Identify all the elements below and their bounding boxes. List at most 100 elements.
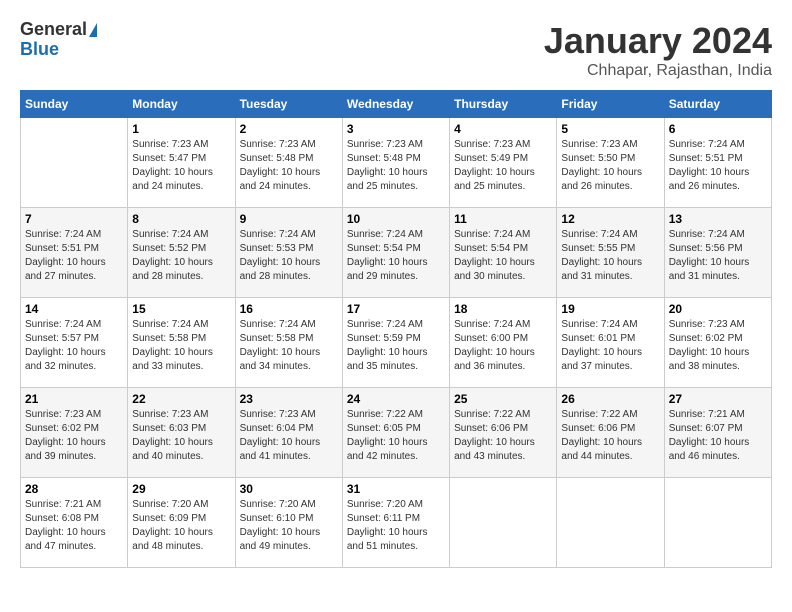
day-info: Sunrise: 7:23 AM Sunset: 5:47 PM Dayligh…	[132, 138, 230, 194]
logo: General Blue	[20, 20, 97, 60]
day-info: Sunrise: 7:24 AM Sunset: 6:00 PM Dayligh…	[454, 318, 552, 374]
calendar-cell: 6 Sunrise: 7:24 AM Sunset: 5:51 PM Daylig…	[664, 118, 771, 208]
calendar-cell: 11 Sunrise: 7:24 AM Sunset: 5:54 PM Dayli…	[450, 208, 557, 298]
calendar-cell: 30Sunrise: 7:20 AM Sunset: 6:10 PM Dayli…	[235, 478, 342, 568]
col-header-wednesday: Wednesday	[342, 91, 449, 118]
calendar-cell: 24 Sunrise: 7:22 AM Sunset: 6:05 PM Dayli…	[342, 388, 449, 478]
col-header-friday: Friday	[557, 91, 664, 118]
day-number: 13	[669, 212, 767, 226]
calendar-cell: 2Sunrise: 7:23 AM Sunset: 5:48 PM Daylig…	[235, 118, 342, 208]
day-info: Sunrise: 7:20 AM Sunset: 6:11 PM Dayligh…	[347, 498, 445, 554]
calendar-cell	[21, 118, 128, 208]
day-number: 6	[669, 122, 767, 136]
day-number: 3	[347, 122, 445, 136]
col-header-monday: Monday	[128, 91, 235, 118]
calendar-cell: 29 Sunrise: 7:20 AM Sunset: 6:09 PM Dayli…	[128, 478, 235, 568]
col-header-sunday: Sunday	[21, 91, 128, 118]
calendar-cell: 7 Sunrise: 7:24 AM Sunset: 5:51 PM Daylig…	[21, 208, 128, 298]
col-header-saturday: Saturday	[664, 91, 771, 118]
day-info: Sunrise: 7:23 AM Sunset: 6:02 PM Dayligh…	[669, 318, 767, 374]
day-number: 22	[132, 392, 230, 406]
day-info: Sunrise: 7:23 AM Sunset: 6:03 PM Dayligh…	[132, 408, 230, 464]
day-info: Sunrise: 7:24 AM Sunset: 5:58 PM Dayligh…	[132, 318, 230, 374]
month-title: January 2024	[544, 20, 772, 62]
col-header-tuesday: Tuesday	[235, 91, 342, 118]
calendar-cell: 12 Sunrise: 7:24 AM Sunset: 5:55 PM Dayli…	[557, 208, 664, 298]
col-header-thursday: Thursday	[450, 91, 557, 118]
day-number: 30	[240, 482, 338, 496]
day-number: 14	[25, 302, 123, 316]
day-info: Sunrise: 7:24 AM Sunset: 5:53 PM Dayligh…	[240, 228, 338, 284]
day-number: 19	[561, 302, 659, 316]
day-info: Sunrise: 7:20 AM Sunset: 6:09 PM Dayligh…	[132, 498, 230, 554]
day-number: 8	[132, 212, 230, 226]
day-number: 16	[240, 302, 338, 316]
calendar-cell: 18 Sunrise: 7:24 AM Sunset: 6:00 PM Dayli…	[450, 298, 557, 388]
calendar-header: SundayMondayTuesdayWednesdayThursdayFrid…	[21, 91, 772, 118]
calendar-cell: 15Sunrise: 7:24 AM Sunset: 5:58 PM Dayli…	[128, 298, 235, 388]
calendar-cell: 27 Sunrise: 7:21 AM Sunset: 6:07 PM Dayli…	[664, 388, 771, 478]
calendar-cell: 8 Sunrise: 7:24 AM Sunset: 5:52 PM Daylig…	[128, 208, 235, 298]
day-number: 26	[561, 392, 659, 406]
calendar-cell	[664, 478, 771, 568]
day-number: 28	[25, 482, 123, 496]
logo-general: General	[20, 19, 87, 39]
day-number: 7	[25, 212, 123, 226]
day-info: Sunrise: 7:24 AM Sunset: 5:54 PM Dayligh…	[347, 228, 445, 284]
day-info: Sunrise: 7:23 AM Sunset: 5:49 PM Dayligh…	[454, 138, 552, 194]
day-number: 29	[132, 482, 230, 496]
day-number: 17	[347, 302, 445, 316]
day-info: Sunrise: 7:24 AM Sunset: 5:55 PM Dayligh…	[561, 228, 659, 284]
calendar-cell: 13 Sunrise: 7:24 AM Sunset: 5:56 PM Dayli…	[664, 208, 771, 298]
day-info: Sunrise: 7:21 AM Sunset: 6:07 PM Dayligh…	[669, 408, 767, 464]
calendar-cell: 5 Sunrise: 7:23 AM Sunset: 5:50 PM Daylig…	[557, 118, 664, 208]
calendar-cell: 10 Sunrise: 7:24 AM Sunset: 5:54 PM Dayli…	[342, 208, 449, 298]
day-number: 11	[454, 212, 552, 226]
day-info: Sunrise: 7:22 AM Sunset: 6:06 PM Dayligh…	[561, 408, 659, 464]
day-number: 10	[347, 212, 445, 226]
day-info: Sunrise: 7:24 AM Sunset: 5:52 PM Dayligh…	[132, 228, 230, 284]
day-number: 1	[132, 122, 230, 136]
day-number: 20	[669, 302, 767, 316]
day-number: 27	[669, 392, 767, 406]
day-info: Sunrise: 7:24 AM Sunset: 5:58 PM Dayligh…	[240, 318, 338, 374]
calendar-cell: 25Sunrise: 7:22 AM Sunset: 6:06 PM Dayli…	[450, 388, 557, 478]
calendar-cell: 1 Sunrise: 7:23 AM Sunset: 5:47 PM Daylig…	[128, 118, 235, 208]
day-info: Sunrise: 7:23 AM Sunset: 5:48 PM Dayligh…	[240, 138, 338, 194]
calendar-cell: 22 Sunrise: 7:23 AM Sunset: 6:03 PM Dayli…	[128, 388, 235, 478]
day-info: Sunrise: 7:22 AM Sunset: 6:06 PM Dayligh…	[454, 408, 552, 464]
calendar-cell	[557, 478, 664, 568]
day-number: 4	[454, 122, 552, 136]
day-number: 5	[561, 122, 659, 136]
day-info: Sunrise: 7:24 AM Sunset: 5:51 PM Dayligh…	[25, 228, 123, 284]
calendar-cell	[450, 478, 557, 568]
day-info: Sunrise: 7:24 AM Sunset: 5:54 PM Dayligh…	[454, 228, 552, 284]
day-number: 24	[347, 392, 445, 406]
calendar-cell: 19Sunrise: 7:24 AM Sunset: 6:01 PM Dayli…	[557, 298, 664, 388]
calendar-cell: 21Sunrise: 7:23 AM Sunset: 6:02 PM Dayli…	[21, 388, 128, 478]
calendar-cell: 23Sunrise: 7:23 AM Sunset: 6:04 PM Dayli…	[235, 388, 342, 478]
day-number: 9	[240, 212, 338, 226]
calendar-cell: 31Sunrise: 7:20 AM Sunset: 6:11 PM Dayli…	[342, 478, 449, 568]
calendar-cell: 14 Sunrise: 7:24 AM Sunset: 5:57 PM Dayli…	[21, 298, 128, 388]
day-number: 18	[454, 302, 552, 316]
day-info: Sunrise: 7:24 AM Sunset: 5:59 PM Dayligh…	[347, 318, 445, 374]
day-info: Sunrise: 7:24 AM Sunset: 5:56 PM Dayligh…	[669, 228, 767, 284]
calendar-cell: 3 Sunrise: 7:23 AM Sunset: 5:48 PM Daylig…	[342, 118, 449, 208]
calendar-cell: 26 Sunrise: 7:22 AM Sunset: 6:06 PM Dayli…	[557, 388, 664, 478]
calendar-cell: 9 Sunrise: 7:24 AM Sunset: 5:53 PM Daylig…	[235, 208, 342, 298]
calendar-cell: 17 Sunrise: 7:24 AM Sunset: 5:59 PM Dayli…	[342, 298, 449, 388]
page-header: General Blue January 2024 Chhapar, Rajas…	[20, 20, 772, 80]
day-number: 12	[561, 212, 659, 226]
day-info: Sunrise: 7:23 AM Sunset: 6:04 PM Dayligh…	[240, 408, 338, 464]
day-info: Sunrise: 7:23 AM Sunset: 5:48 PM Dayligh…	[347, 138, 445, 194]
calendar-cell: 20 Sunrise: 7:23 AM Sunset: 6:02 PM Dayli…	[664, 298, 771, 388]
day-info: Sunrise: 7:22 AM Sunset: 6:05 PM Dayligh…	[347, 408, 445, 464]
day-info: Sunrise: 7:23 AM Sunset: 6:02 PM Dayligh…	[25, 408, 123, 464]
day-info: Sunrise: 7:24 AM Sunset: 5:57 PM Dayligh…	[25, 318, 123, 374]
logo-blue: Blue	[20, 40, 97, 60]
day-info: Sunrise: 7:24 AM Sunset: 5:51 PM Dayligh…	[669, 138, 767, 194]
calendar-table: SundayMondayTuesdayWednesdayThursdayFrid…	[20, 90, 772, 568]
day-info: Sunrise: 7:23 AM Sunset: 5:50 PM Dayligh…	[561, 138, 659, 194]
calendar-cell: 16 Sunrise: 7:24 AM Sunset: 5:58 PM Dayli…	[235, 298, 342, 388]
